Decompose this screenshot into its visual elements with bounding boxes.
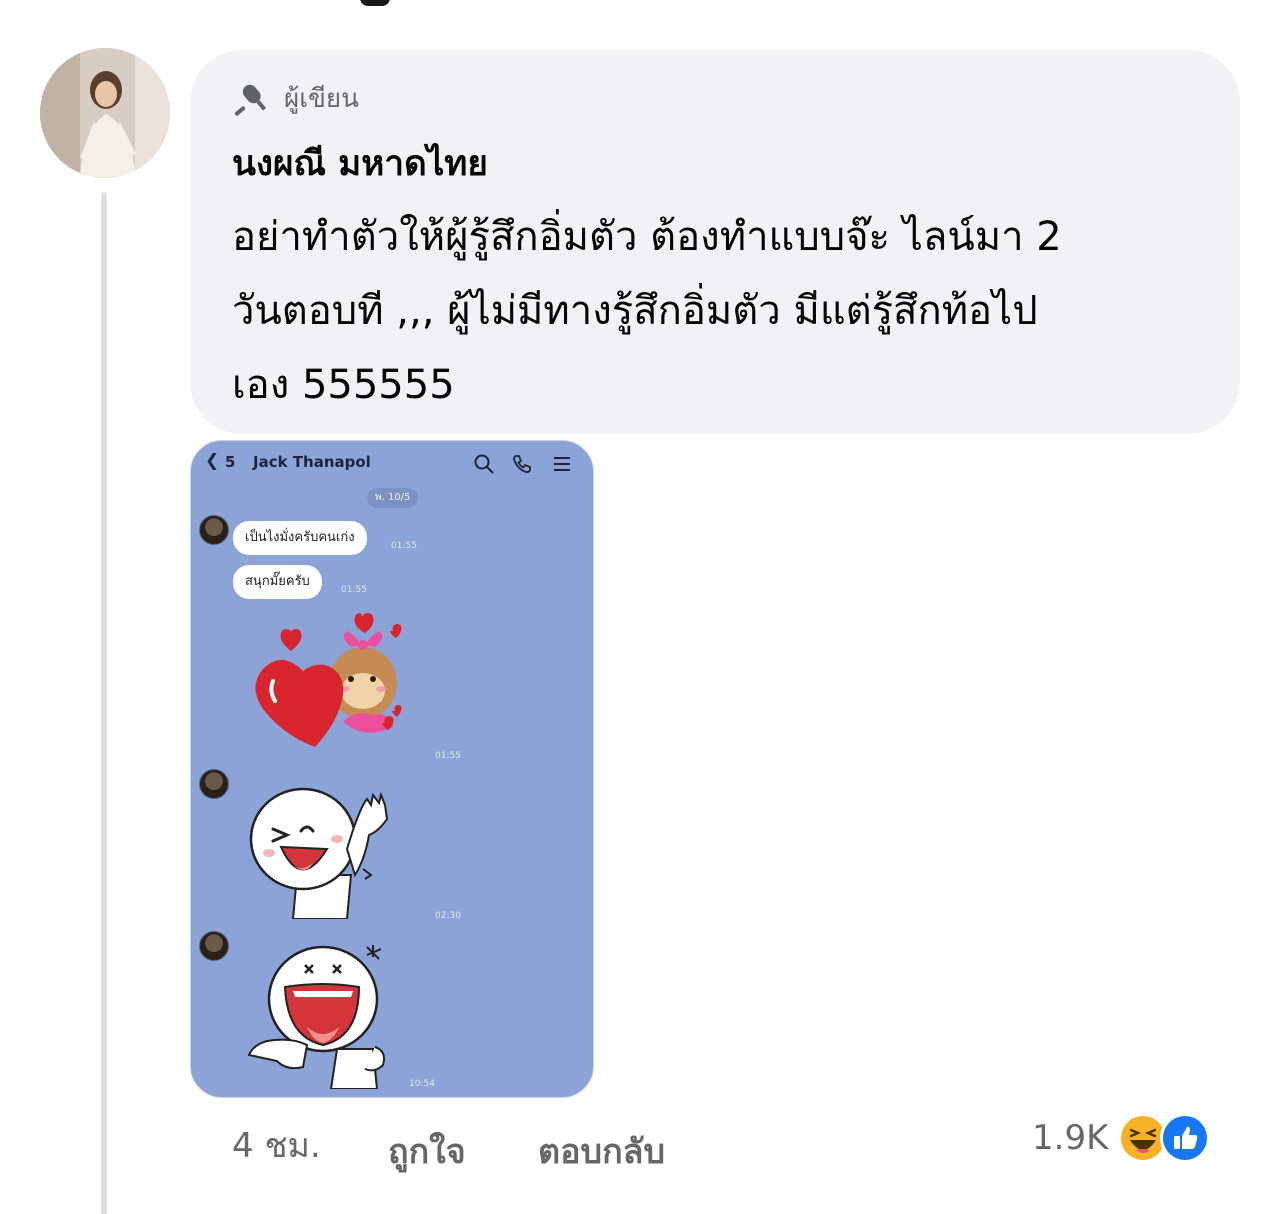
- date-pill: พ. 10/5: [367, 488, 419, 508]
- author-badge: ผู้เขียน: [232, 78, 359, 119]
- sticker-time: 10:54: [409, 1079, 435, 1089]
- avatar-image: [40, 48, 170, 178]
- comment-line: วันตอบที ,,, ผู้ไม่มีทางรู้สึกอิ่มตัว มี…: [232, 288, 1038, 334]
- reply-button[interactable]: ตอบกลับ: [538, 1124, 665, 1178]
- comment-text: อย่าทำตัวให้ผู้รู้สึกอิ่มตัว ต้องทำแบบจ๊…: [232, 200, 1212, 422]
- top-fragment: [360, 0, 390, 6]
- comment-timestamp[interactable]: 4 ชม.: [232, 1118, 321, 1172]
- comment-bubble: ผู้เขียน นงผณี มหาดไทย อย่าทำตัวให้ผู้รู…: [190, 50, 1240, 434]
- back-chevron-icon: ❮: [205, 451, 220, 471]
- back-count: 5: [225, 453, 236, 471]
- comment-thread: ผู้เขียน นงผณี มหาดไทย อย่าทำตัวให้ผู้รู…: [0, 0, 1280, 1214]
- chat-message-time: 01:55: [341, 585, 367, 595]
- chat-message-time: 01:55: [391, 541, 417, 551]
- like-icon: [1160, 1113, 1211, 1163]
- chat-sender-avatar: [199, 931, 229, 961]
- sticker-time: 01:55: [435, 751, 461, 761]
- author-name[interactable]: นงผณี มหาดไทย: [232, 136, 488, 191]
- like-button[interactable]: ถูกใจ: [388, 1124, 466, 1178]
- laughing-pointing-sticker: [247, 945, 385, 1089]
- chat-contact-name: Jack Thanapol: [253, 453, 371, 471]
- search-icon: [474, 454, 494, 474]
- chat-message: เป็นไงมั่งครับคนเก่ง: [233, 521, 367, 555]
- avatar[interactable]: [40, 48, 170, 178]
- chat-header: ❮ 5 Jack Thanapol: [191, 441, 593, 487]
- comment-line: อย่าทำตัวให้ผู้รู้สึกอิ่มตัว ต้องทำแบบจ๊…: [232, 214, 1062, 260]
- waving-character-sticker: [249, 787, 389, 919]
- chat-message: สนุกมั๊ยครับ: [233, 565, 322, 599]
- bear-heart-sticker: [255, 613, 402, 747]
- reaction-count: 1.9K: [1032, 1118, 1109, 1158]
- comment-line: เอง 555555: [232, 362, 455, 408]
- chat-screenshot-attachment[interactable]: ❮ 5 Jack Thanapol พ. 10/5 เป็นไงมั่งครับ…: [190, 440, 594, 1098]
- thread-line: [101, 192, 107, 1214]
- phone-icon: [513, 455, 531, 473]
- reaction-summary[interactable]: 1.9K: [1032, 1110, 1211, 1166]
- author-badge-label: ผู้เขียน: [284, 84, 359, 114]
- sticker-time: 02:30: [435, 911, 461, 921]
- chat-sender-avatar: [199, 769, 229, 799]
- chat-sender-avatar: [199, 515, 229, 545]
- menu-icon: [554, 457, 570, 471]
- microphone-icon: [234, 84, 267, 116]
